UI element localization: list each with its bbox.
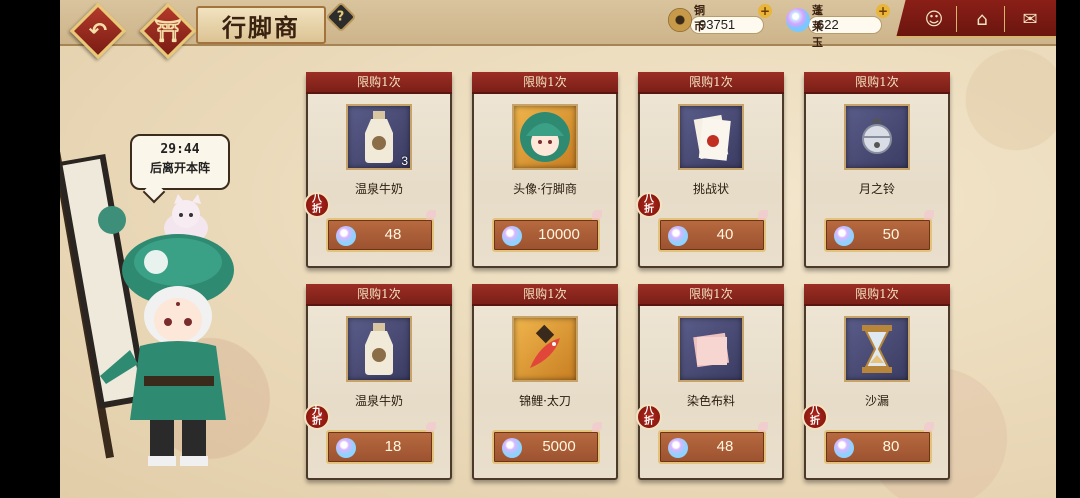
sakura-petal-decoration <box>592 210 602 220</box>
item-quantity: 3 <box>401 154 408 168</box>
shop-item-card[interactable]: 限购1次温泉牛奶 18 九折 <box>304 284 452 480</box>
discount-badge: 九折 <box>304 404 330 430</box>
discount-badge: 八折 <box>802 404 828 430</box>
buy-button[interactable]: 50 <box>824 218 932 252</box>
sakura-petal-decoration <box>758 422 768 432</box>
item-name: 染色布料 <box>686 394 735 408</box>
discount-badge: 八折 <box>636 404 662 430</box>
item-name: 锦鲤·太刀 <box>519 394 571 408</box>
shop-item-card[interactable]: 限购1次月之铃 50 <box>804 72 950 268</box>
jade-icon <box>336 226 356 246</box>
purchase-limit-label: 限购1次 <box>306 284 452 306</box>
mail-button[interactable]: ✉ <box>1016 6 1044 32</box>
merchant-timer-bubble: 29:44 后离开本阵 <box>130 134 230 190</box>
home-upgrade-icon: ⌂ <box>976 8 988 30</box>
sakura-petal-decoration <box>924 422 934 432</box>
timer-countdown: 29:44 <box>160 142 200 157</box>
timer-text: 后离开本阵 <box>149 161 210 175</box>
sakura-petal-decoration <box>426 422 436 432</box>
character-button[interactable]: ☺ <box>920 6 948 32</box>
divider <box>1004 6 1005 32</box>
left-black-bar <box>0 0 60 498</box>
jade-icon <box>834 438 854 458</box>
hourglass-icon <box>844 316 910 382</box>
item-price: 50 <box>882 226 900 243</box>
torii-gate-icon: ⛩ <box>154 18 182 44</box>
milk-bottle-icon <box>346 316 412 382</box>
page-title: 行脚商 <box>222 12 300 42</box>
item-name: 沙漏 <box>864 394 889 408</box>
jade-icon <box>786 8 810 32</box>
shop-item-card[interactable]: 限购1次染色布料 48 八折 <box>636 284 784 480</box>
item-price: 18 <box>384 438 402 455</box>
add-jade-button[interactable]: + <box>876 4 890 18</box>
help-icon: ? <box>337 9 345 25</box>
jade-icon <box>834 226 854 246</box>
shop-item-card[interactable]: 限购1次沙漏 80 八折 <box>802 284 950 480</box>
item-name: 头像·行脚商 <box>513 182 577 196</box>
character-icon: ☺ <box>924 8 944 30</box>
sakura-petal-decoration <box>758 210 768 220</box>
buy-button[interactable]: 80 <box>824 430 932 464</box>
merchant-avatar-icon <box>512 104 578 170</box>
buy-button[interactable]: 5000 <box>492 430 600 464</box>
shop-item-card[interactable]: 限购1次 3 温泉牛奶 48 八折 <box>304 72 452 268</box>
milk-bottle-icon: 3 <box>346 104 412 170</box>
item-price: 40 <box>716 226 734 243</box>
sakura-petal-decoration <box>426 210 436 220</box>
jade-icon <box>502 226 522 246</box>
jade-label: 蓬莱玉 <box>812 4 823 49</box>
buy-button[interactable]: 10000 <box>492 218 600 252</box>
item-price: 48 <box>716 438 734 455</box>
purchase-limit-label: 限购1次 <box>472 72 618 94</box>
item-name: 温泉牛奶 <box>354 182 403 196</box>
item-name: 挑战状 <box>692 182 729 196</box>
jade-icon <box>502 438 522 458</box>
page-title-plate: 行脚商 <box>196 6 326 44</box>
item-price: 10000 <box>538 226 580 243</box>
right-black-bar <box>1056 0 1080 498</box>
jade-icon <box>668 438 688 458</box>
koi-katana-icon <box>512 316 578 382</box>
buy-button[interactable]: 48 <box>326 218 434 252</box>
jade-icon <box>668 226 688 246</box>
coin-label: 铜币 <box>694 4 705 33</box>
home-upgrade-button[interactable]: ⌂ <box>968 6 996 32</box>
item-price: 5000 <box>542 438 576 455</box>
purchase-limit-label: 限购1次 <box>804 72 950 94</box>
moon-bell-icon <box>844 104 910 170</box>
buy-button[interactable]: 18 <box>326 430 434 464</box>
home-button[interactable]: ⛩ <box>139 2 197 60</box>
shop-item-card[interactable]: 限购1次头像·行脚商 10000 <box>472 72 618 268</box>
purchase-limit-label: 限购1次 <box>472 284 618 306</box>
divider <box>956 6 957 32</box>
discount-badge: 八折 <box>304 192 330 218</box>
item-name: 月之铃 <box>858 182 895 196</box>
buy-button[interactable]: 40 <box>658 218 766 252</box>
jade-icon <box>336 438 356 458</box>
mail-icon: ✉ <box>1022 8 1038 30</box>
sakura-petal-decoration <box>592 422 602 432</box>
back-button[interactable]: ↶ <box>69 2 127 60</box>
sakura-petal-decoration <box>924 210 934 220</box>
coin-icon <box>668 8 692 32</box>
shop-item-card[interactable]: 限购1次锦鲤·太刀 5000 <box>472 284 618 480</box>
dye-cloth-icon <box>678 316 744 382</box>
buy-button[interactable]: 48 <box>658 430 766 464</box>
purchase-limit-label: 限购1次 <box>638 72 784 94</box>
purchase-limit-label: 限购1次 <box>306 72 452 94</box>
shop-item-card[interactable]: 限购1次挑战状 40 八折 <box>636 72 784 268</box>
back-arrow-icon: ↶ <box>88 18 108 44</box>
item-price: 80 <box>882 438 900 455</box>
purchase-limit-label: 限购1次 <box>638 284 784 306</box>
challenge-letter-icon <box>678 104 744 170</box>
item-price: 48 <box>384 226 402 243</box>
add-coin-button[interactable]: + <box>758 4 772 18</box>
item-name: 温泉牛奶 <box>354 394 403 408</box>
purchase-limit-label: 限购1次 <box>804 284 950 306</box>
discount-badge: 八折 <box>636 192 662 218</box>
